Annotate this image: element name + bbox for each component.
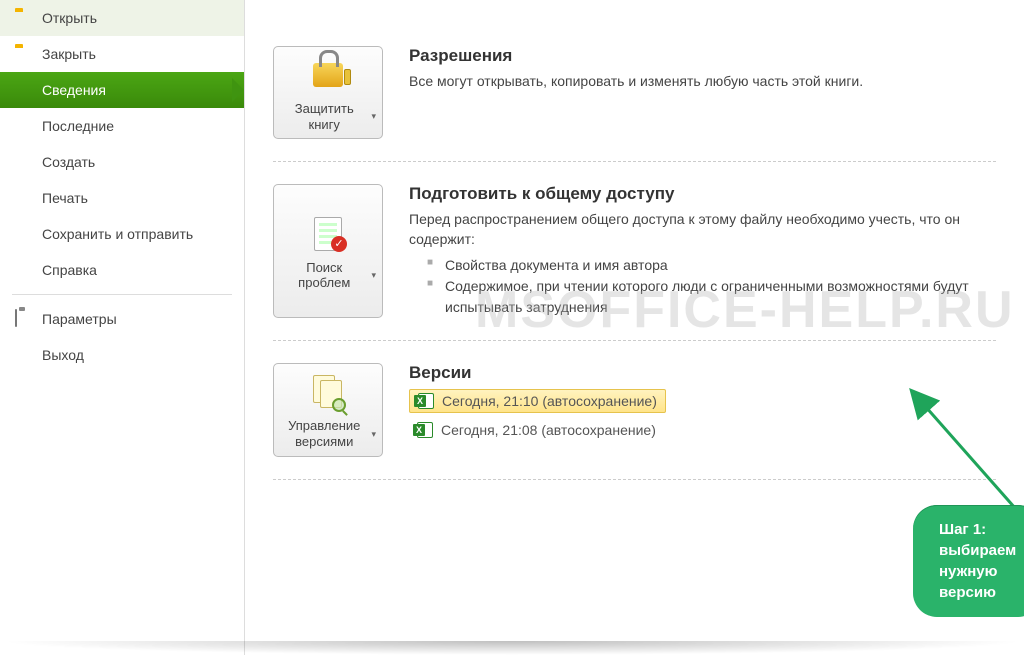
prepare-bullet: Содержимое, при чтении которого люди с о… <box>427 276 996 318</box>
sidebar-item-label: Сохранить и отправить <box>42 226 193 242</box>
sidebar-separator <box>12 294 232 295</box>
bottom-shadow <box>0 641 1024 655</box>
sidebar-item-info[interactable]: Сведения <box>0 72 244 108</box>
sidebar-item-label: Создать <box>42 154 95 170</box>
check-issues-button[interactable]: Поиск проблем ▾ <box>273 184 383 318</box>
callout-line1: Шаг 1: <box>939 519 1016 540</box>
sidebar-item-label: Выход <box>42 347 84 363</box>
prepare-desc: Перед распространением общего доступа к … <box>409 210 996 249</box>
chevron-down-icon: ▾ <box>371 270 376 281</box>
version-label: Сегодня, 21:08 (автосохранение) <box>441 422 656 438</box>
section-versions: Управление версиями ▾ Версии Сегодня, 21… <box>273 341 996 479</box>
permissions-desc: Все могут открывать, копировать и изменя… <box>409 72 996 92</box>
prepare-title: Подготовить к общему доступу <box>409 184 996 204</box>
sidebar-item-label: Справка <box>42 262 97 278</box>
protect-workbook-button[interactable]: Защитить книгу ▾ <box>273 46 383 139</box>
options-icon <box>15 310 33 328</box>
exit-icon <box>15 346 33 364</box>
excel-icon <box>417 422 433 438</box>
sidebar-item-label: Последние <box>42 118 114 134</box>
folder-close-icon <box>15 45 33 63</box>
chevron-down-icon: ▾ <box>371 429 376 440</box>
check-document-icon <box>308 214 348 254</box>
lock-key-icon <box>308 55 348 95</box>
permissions-title: Разрешения <box>409 46 996 66</box>
excel-icon <box>418 393 434 409</box>
backstage-sidebar: Открыть Закрыть Сведения Последние Созда… <box>0 0 245 655</box>
sidebar-item-label: Закрыть <box>42 46 96 62</box>
version-item-selected[interactable]: Сегодня, 21:10 (автосохранение) <box>409 389 666 413</box>
button-label: Защитить книгу <box>280 101 368 132</box>
manage-versions-button[interactable]: Управление версиями ▾ <box>273 363 383 456</box>
version-label: Сегодня, 21:10 (автосохранение) <box>442 393 657 409</box>
section-permissions: Защитить книгу ▾ Разрешения Все могут от… <box>273 24 996 162</box>
sidebar-item-label: Печать <box>42 190 88 206</box>
sidebar-item-label: Сведения <box>42 82 106 98</box>
main-panel: Защитить книгу ▾ Разрешения Все могут от… <box>245 0 1024 655</box>
sidebar-item-new[interactable]: Создать <box>0 144 244 180</box>
button-label: Поиск проблем <box>280 260 368 291</box>
sidebar-item-help[interactable]: Справка <box>0 252 244 288</box>
section-prepare-share: Поиск проблем ▾ Подготовить к общему дос… <box>273 162 996 341</box>
sidebar-item-label: Открыть <box>42 10 97 26</box>
step-callout: Шаг 1: выбираем нужную версию <box>913 505 1024 617</box>
button-label: Управление версиями <box>280 418 368 449</box>
chevron-down-icon: ▾ <box>371 111 376 122</box>
folder-open-icon <box>15 9 33 27</box>
sidebar-item-options[interactable]: Параметры <box>0 301 244 337</box>
prepare-bullet: Свойства документа и имя автора <box>427 255 996 276</box>
sidebar-item-recent[interactable]: Последние <box>0 108 244 144</box>
callout-line2: выбираем нужную версию <box>939 540 1016 603</box>
sidebar-item-open[interactable]: Открыть <box>0 0 244 36</box>
versions-icon <box>308 372 348 412</box>
sidebar-item-save-send[interactable]: Сохранить и отправить <box>0 216 244 252</box>
sidebar-item-print[interactable]: Печать <box>0 180 244 216</box>
versions-title: Версии <box>409 363 996 383</box>
sidebar-item-label: Параметры <box>42 311 117 327</box>
sidebar-item-exit[interactable]: Выход <box>0 337 244 373</box>
sidebar-item-close[interactable]: Закрыть <box>0 36 244 72</box>
version-item[interactable]: Сегодня, 21:08 (автосохранение) <box>409 419 664 441</box>
